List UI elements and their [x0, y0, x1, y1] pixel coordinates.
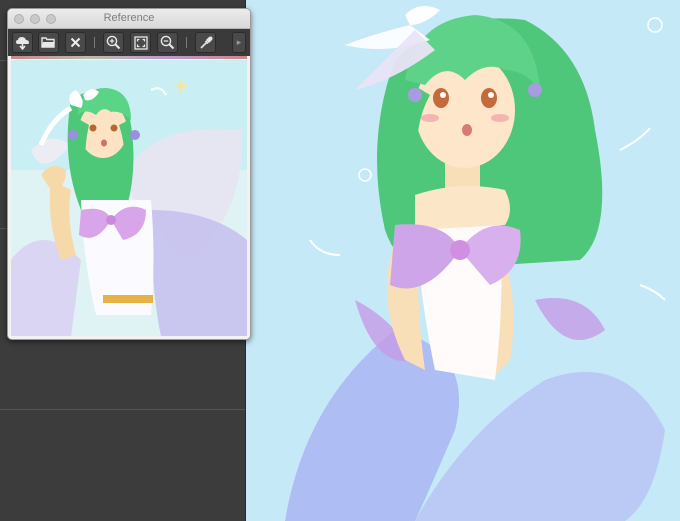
zoom-out-icon — [160, 35, 175, 50]
canvas-artwork — [285, 6, 666, 521]
open-folder-button[interactable] — [38, 32, 59, 53]
toolbar-separator — [94, 37, 95, 48]
toolbar-more-button[interactable]: ▸ — [232, 32, 246, 53]
load-image-icon — [16, 37, 29, 50]
palette-title: Reference — [103, 12, 155, 24]
zoom-in-button[interactable] — [103, 32, 124, 53]
toolbar-separator — [186, 37, 187, 48]
close-icon — [70, 37, 81, 48]
fit-to-window-icon — [133, 35, 148, 50]
palette-toolbar: ▸ — [8, 29, 250, 57]
reference-palette[interactable]: Reference ▸ — [7, 8, 251, 340]
zoom-out-button[interactable] — [157, 32, 178, 53]
eyedropper-icon — [199, 36, 212, 49]
eyedropper-button[interactable] — [195, 32, 216, 53]
close-image-button[interactable] — [65, 32, 86, 53]
palette-titlebar[interactable]: Reference — [8, 9, 250, 29]
fit-to-window-button[interactable] — [130, 32, 151, 53]
zoom-in-icon — [106, 35, 121, 50]
reference-artwork — [11, 60, 247, 336]
load-image-button[interactable] — [12, 32, 33, 53]
reference-image[interactable] — [11, 60, 247, 336]
reference-image-top-edge — [11, 56, 247, 59]
open-folder-icon — [41, 37, 55, 48]
workspace-divider — [0, 409, 245, 410]
drawing-canvas[interactable] — [245, 0, 680, 521]
reference-image-area[interactable] — [8, 56, 250, 339]
